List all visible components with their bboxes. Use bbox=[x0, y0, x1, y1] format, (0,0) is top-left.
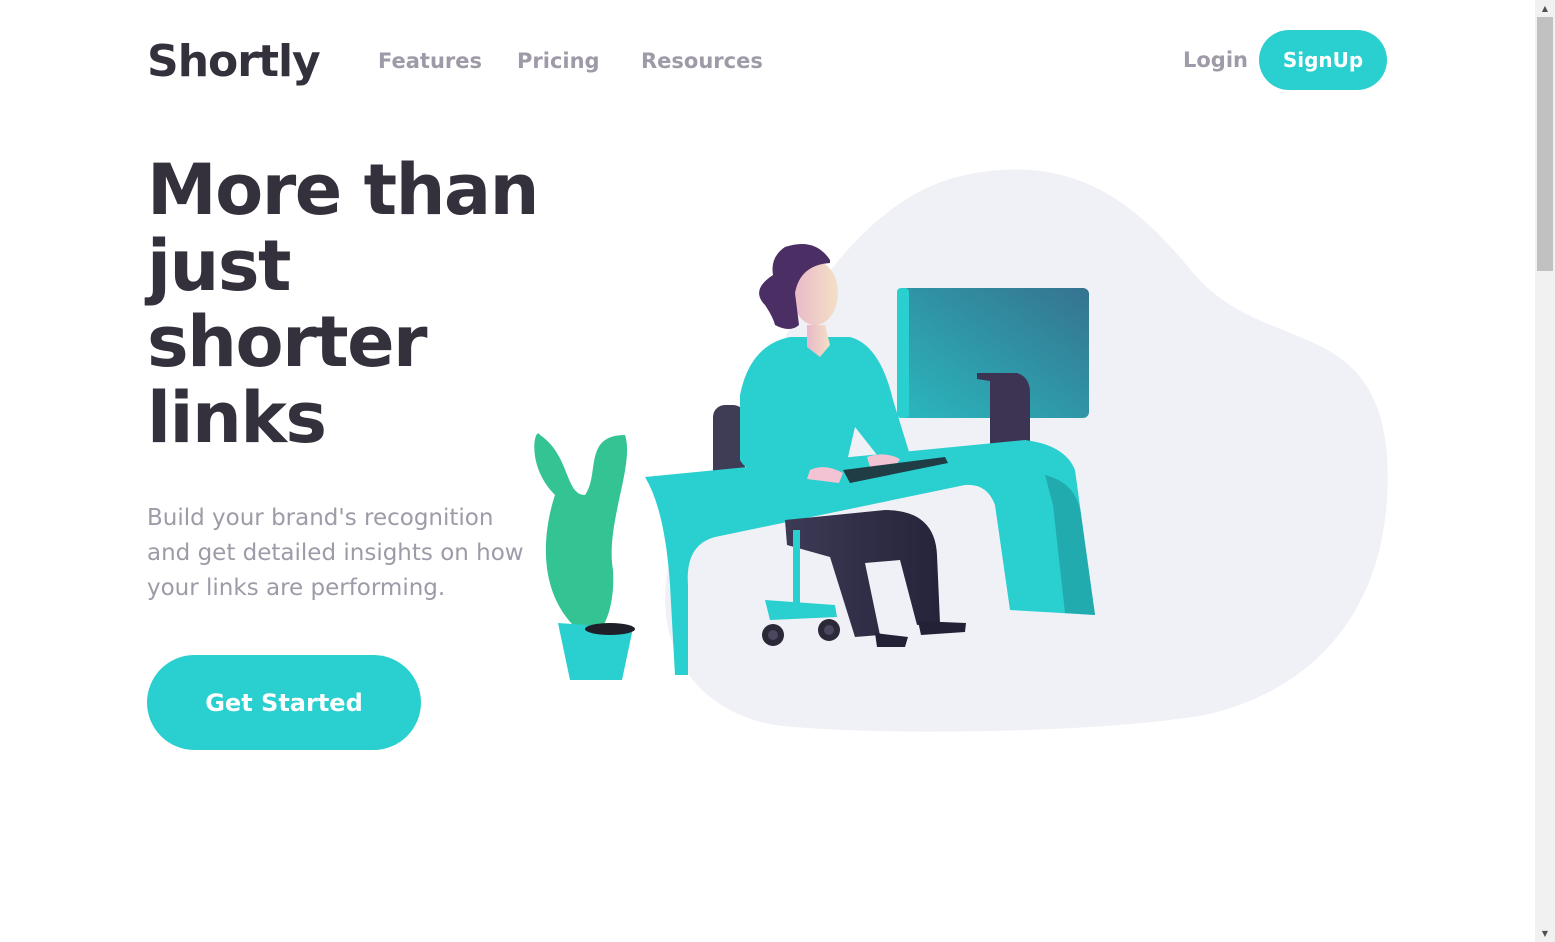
vertical-scrollbar[interactable]: ▲ ▼ bbox=[1535, 0, 1555, 942]
monitor-edge bbox=[897, 288, 909, 418]
nav-link-pricing[interactable]: Pricing bbox=[517, 46, 600, 76]
chair-wheel-hub bbox=[768, 630, 778, 640]
landing-page: Shortly Features Pricing Resources Login… bbox=[0, 0, 1555, 942]
brand-logo[interactable]: Shortly bbox=[147, 34, 321, 90]
get-started-button[interactable]: Get Started bbox=[147, 655, 421, 750]
login-link[interactable]: Login bbox=[1183, 45, 1248, 75]
chair-pole bbox=[793, 530, 800, 605]
chair-wheel-hub bbox=[824, 625, 834, 635]
person-working-at-desk-illustration bbox=[534, 169, 1388, 732]
hero-title: More than just shorter links bbox=[147, 149, 539, 459]
scroll-up-arrow-icon[interactable]: ▲ bbox=[1535, 0, 1555, 17]
nav-link-features[interactable]: Features bbox=[378, 46, 482, 76]
scrollbar-thumb[interactable] bbox=[1537, 17, 1553, 271]
plant-pot-rim bbox=[585, 623, 635, 635]
plant-leaves bbox=[534, 433, 628, 630]
scroll-down-arrow-icon[interactable]: ▼ bbox=[1535, 925, 1555, 942]
hero-subtitle: Build your brand's recognition and get d… bbox=[147, 505, 524, 601]
nav-link-resources[interactable]: Resources bbox=[641, 46, 763, 76]
signup-button[interactable]: SignUp bbox=[1259, 30, 1387, 90]
